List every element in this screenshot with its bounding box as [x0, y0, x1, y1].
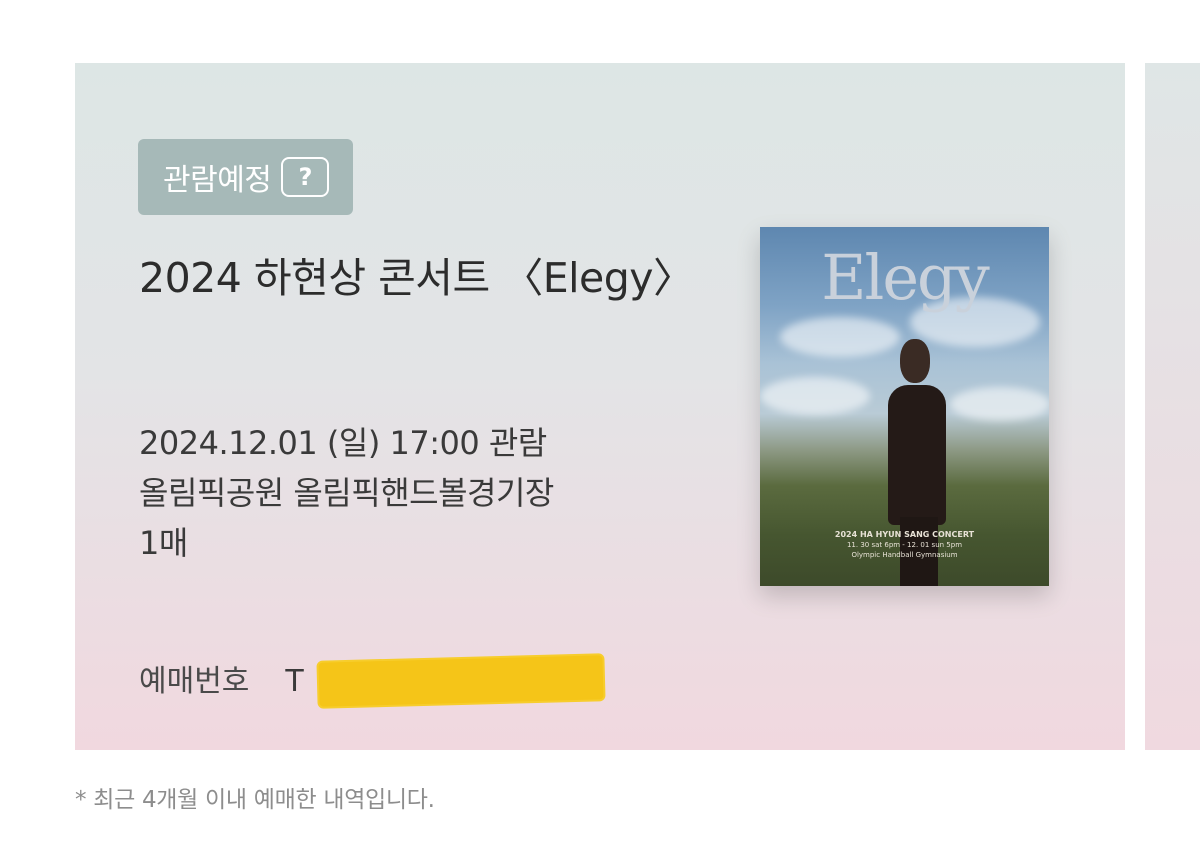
- status-label: 관람예정: [163, 163, 272, 198]
- booking-number-label: 예매번호: [139, 664, 250, 699]
- footnote: * 최근 4개월 이내 예매한 내역입니다.: [75, 787, 435, 813]
- ticket-card[interactable]: 관람예정 ? 2024 하현상 콘서트 〈Elegy〉 2024.12.01 (…: [75, 63, 1125, 750]
- poster-caption-main: 2024 HA HYUN SANG CONCERT: [834, 530, 975, 539]
- poster-cloud: [950, 387, 1049, 421]
- concert-poster-image: Elegy 2024 HA HYUN SANG CONCERT 11. 30 s…: [760, 227, 1049, 586]
- poster-caption-dates: 11. 30 sat 6pm - 12. 01 sun 5pm: [846, 541, 963, 549]
- date-time: 2024.12.01 (일) 17:00 관람: [139, 424, 547, 462]
- poster-cloud: [780, 317, 900, 357]
- redaction-mark: [318, 655, 604, 707]
- status-badge[interactable]: 관람예정 ?: [138, 139, 354, 215]
- booking-number-value: T: [285, 664, 304, 699]
- booking-number-row: 예매번호 T: [139, 659, 304, 705]
- help-icon[interactable]: ?: [281, 157, 330, 197]
- poster-title: Elegy: [821, 241, 990, 314]
- poster-person-head: [900, 339, 930, 383]
- ticket-quantity: 1매: [139, 524, 188, 562]
- venue: 올림픽공원 올림픽핸드볼경기장: [139, 474, 554, 512]
- poster-caption: 2024 HA HYUN SANG CONCERT 11. 30 sat 6pm…: [760, 530, 1049, 560]
- next-ticket-card-edge[interactable]: [1145, 63, 1200, 750]
- poster-caption-venue: Olympic Handball Gymnasium: [851, 551, 958, 559]
- concert-title: 2024 하현상 콘서트 〈Elegy〉: [139, 254, 694, 302]
- poster-cloud: [760, 377, 870, 415]
- poster-person-body: [888, 385, 946, 525]
